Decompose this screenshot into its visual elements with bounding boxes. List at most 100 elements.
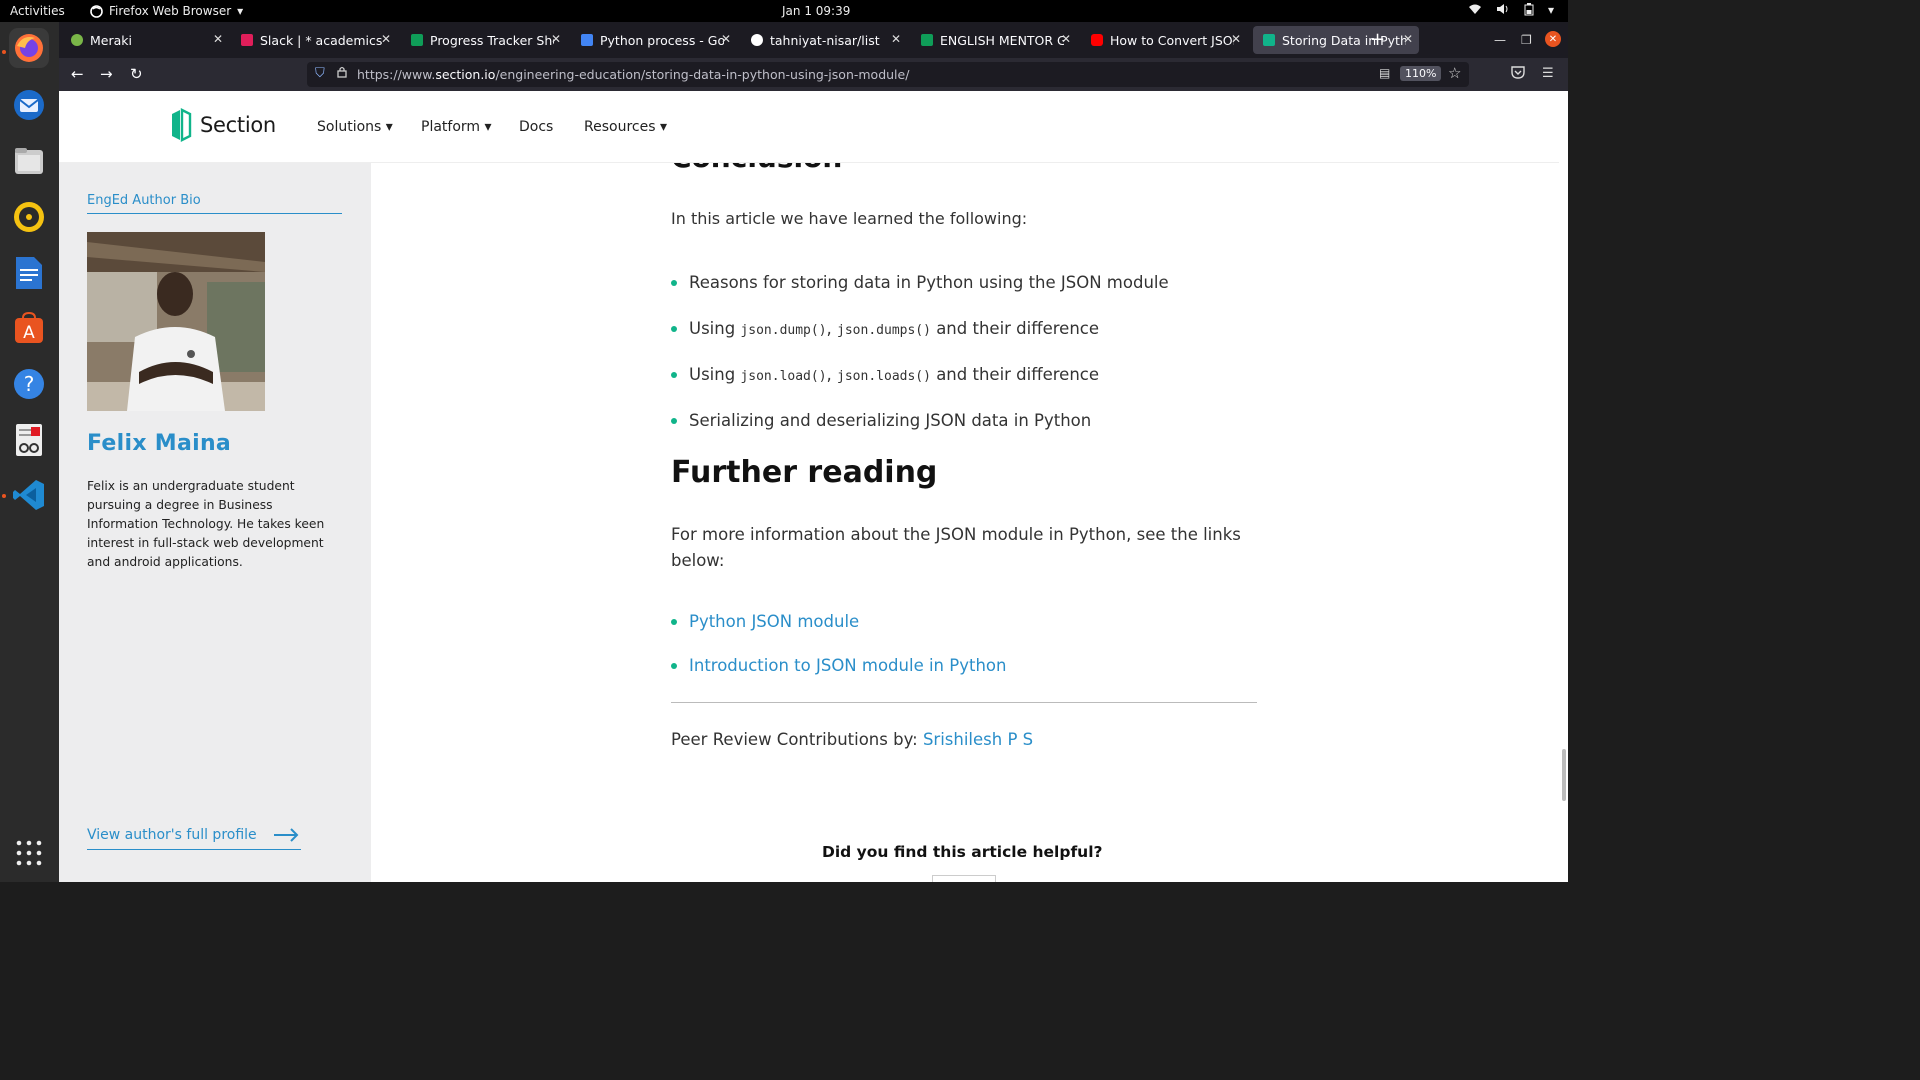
software-center-icon[interactable]: A bbox=[9, 308, 49, 348]
hamburger-menu-icon[interactable]: ☰ bbox=[1542, 66, 1554, 81]
new-tab-button[interactable]: + bbox=[1370, 29, 1385, 50]
tab-active[interactable]: Storing Data in Python ✕ bbox=[1253, 26, 1419, 54]
tab-label: Storing Data in Python bbox=[1282, 32, 1406, 48]
close-icon[interactable]: ✕ bbox=[1061, 32, 1071, 46]
tab-label: Python process - Goog bbox=[600, 32, 724, 48]
address-bar[interactable]: ⛉ https://www.section.io/engineering-edu… bbox=[307, 62, 1469, 87]
wifi-icon bbox=[1468, 3, 1482, 19]
tracking-shield-icon[interactable]: ⛉ bbox=[315, 66, 325, 81]
minimize-icon[interactable]: — bbox=[1494, 33, 1506, 47]
tab-label: ENGLISH MENTOR GRO bbox=[940, 32, 1064, 48]
menu-docs[interactable]: Docs bbox=[519, 119, 553, 135]
divider bbox=[671, 702, 1257, 703]
view-profile-link[interactable]: View author's full profile bbox=[87, 827, 301, 850]
url-text[interactable]: https://www.section.io/engineering-educa… bbox=[357, 67, 909, 82]
peer-reviewer-link[interactable]: Srishilesh P S bbox=[923, 730, 1033, 749]
site-logo[interactable]: Section bbox=[170, 108, 276, 142]
tab[interactable]: ENGLISH MENTOR GRO ✕ bbox=[911, 26, 1077, 54]
vscode-icon[interactable] bbox=[9, 475, 49, 515]
zoom-level[interactable]: 110% bbox=[1400, 66, 1442, 81]
pocket-icon[interactable] bbox=[1511, 66, 1525, 83]
feedback-button[interactable] bbox=[932, 875, 996, 882]
dock: A ? bbox=[0, 22, 59, 882]
tab-strip: Meraki ✕ Slack | * academics | N ✕ Progr… bbox=[59, 22, 1568, 58]
app-grid-icon[interactable] bbox=[9, 833, 49, 873]
rhythmbox-icon[interactable] bbox=[9, 197, 49, 237]
tab[interactable]: Python process - Goog ✕ bbox=[571, 26, 737, 54]
firefox-icon[interactable] bbox=[9, 28, 49, 68]
chevron-down-icon: ▾ bbox=[237, 4, 244, 18]
intro-json-module-link[interactable]: Introduction to JSON module in Python bbox=[689, 656, 1006, 675]
reader-view-icon[interactable]: ▤ bbox=[1379, 66, 1390, 80]
tab-label: How to Convert JSON bbox=[1110, 32, 1234, 48]
inline-code: json.loads() bbox=[837, 369, 931, 384]
activities-button[interactable]: Activities bbox=[10, 4, 65, 18]
site-header: Section Solutions ▾ Platform ▾ Docs Reso… bbox=[59, 91, 1559, 163]
python-json-module-link[interactable]: Python JSON module bbox=[689, 612, 859, 631]
close-icon[interactable]: ✕ bbox=[381, 32, 391, 46]
power-menu-icon: ▾ bbox=[1547, 3, 1554, 17]
app-menu-label: Firefox Web Browser bbox=[109, 4, 232, 18]
close-icon[interactable]: ✕ bbox=[721, 32, 731, 46]
author-name[interactable]: Felix Maina bbox=[87, 431, 231, 456]
divider bbox=[87, 213, 342, 214]
menu-solutions[interactable]: Solutions ▾ bbox=[317, 119, 393, 135]
tab[interactable]: Progress Tracker Shee ✕ bbox=[401, 26, 567, 54]
document-viewer-icon[interactable] bbox=[9, 420, 49, 460]
close-icon[interactable]: ✕ bbox=[891, 32, 901, 46]
files-icon[interactable] bbox=[9, 141, 49, 181]
window-close-button[interactable]: ✕ bbox=[1545, 31, 1561, 47]
svg-text:?: ? bbox=[24, 372, 35, 396]
list-item: Serializing and deserializing JSON data … bbox=[671, 410, 1169, 456]
tab-label: Meraki bbox=[90, 32, 132, 48]
volume-icon bbox=[1496, 3, 1510, 19]
thunderbird-icon[interactable] bbox=[9, 85, 49, 125]
close-icon[interactable]: ✕ bbox=[1403, 32, 1413, 46]
lock-icon[interactable] bbox=[337, 66, 347, 81]
peer-review-line: Peer Review Contributions by: Srishilesh… bbox=[671, 730, 1034, 749]
tab[interactable]: Slack | * academics | N ✕ bbox=[231, 26, 397, 54]
bookmark-star-icon[interactable]: ☆ bbox=[1448, 64, 1461, 82]
tab[interactable]: Meraki ✕ bbox=[61, 26, 229, 54]
list-item: Introduction to JSON module in Python bbox=[671, 655, 1006, 701]
system-tray[interactable]: ▾ bbox=[1468, 3, 1554, 19]
author-bio-text: Felix is an undergraduate student pursui… bbox=[87, 479, 325, 569]
section-logo-icon bbox=[172, 108, 192, 142]
tab-label: Slack | * academics | N bbox=[260, 32, 384, 48]
forward-arrow-icon[interactable]: → bbox=[100, 65, 113, 83]
author-sidebar: EngEd Author Bio Felix Maina Felix is an… bbox=[59, 163, 371, 882]
help-icon[interactable]: ? bbox=[9, 364, 49, 404]
running-indicator bbox=[2, 50, 6, 54]
tab-favicon bbox=[921, 34, 933, 46]
youtube-icon bbox=[1091, 34, 1103, 46]
author-photo bbox=[87, 232, 265, 411]
close-icon[interactable]: ✕ bbox=[1231, 32, 1241, 46]
tab[interactable]: How to Convert JSON ✕ bbox=[1081, 26, 1247, 54]
conclusion-intro: In this article we have learned the foll… bbox=[671, 209, 1028, 228]
battery-icon bbox=[1524, 3, 1534, 19]
inline-code: json.dump() bbox=[740, 323, 827, 338]
tab[interactable]: tahniyat-nisar/list ✕ bbox=[741, 26, 907, 54]
reload-icon[interactable]: ↻ bbox=[130, 65, 143, 83]
running-indicator bbox=[2, 494, 6, 498]
clock[interactable]: Jan 1 09:39 bbox=[782, 4, 850, 18]
menu-platform[interactable]: Platform ▾ bbox=[421, 119, 492, 135]
menu-resources[interactable]: Resources ▾ bbox=[584, 119, 667, 135]
app-menu[interactable]: Firefox Web Browser ▾ bbox=[90, 4, 243, 18]
github-icon bbox=[751, 34, 763, 46]
libreoffice-writer-icon[interactable] bbox=[9, 253, 49, 293]
scrollbar-thumb[interactable] bbox=[1562, 749, 1566, 801]
close-icon[interactable]: ✕ bbox=[213, 32, 223, 46]
inline-code: json.load() bbox=[740, 369, 827, 384]
arrow-right-icon bbox=[273, 828, 299, 842]
firefox-small-icon bbox=[90, 4, 103, 18]
list-item: Python JSON module bbox=[671, 611, 1006, 655]
restore-icon[interactable]: ❐ bbox=[1521, 33, 1532, 47]
tab-favicon bbox=[71, 34, 83, 46]
back-arrow-icon[interactable]: ← bbox=[71, 65, 84, 83]
author-bio-label: EngEd Author Bio bbox=[87, 193, 201, 208]
inline-code: json.dumps() bbox=[837, 323, 931, 338]
helpful-prompt: Did you find this article helpful? bbox=[822, 843, 1103, 861]
list-item: Reasons for storing data in Python using… bbox=[671, 272, 1169, 318]
close-icon[interactable]: ✕ bbox=[551, 32, 561, 46]
